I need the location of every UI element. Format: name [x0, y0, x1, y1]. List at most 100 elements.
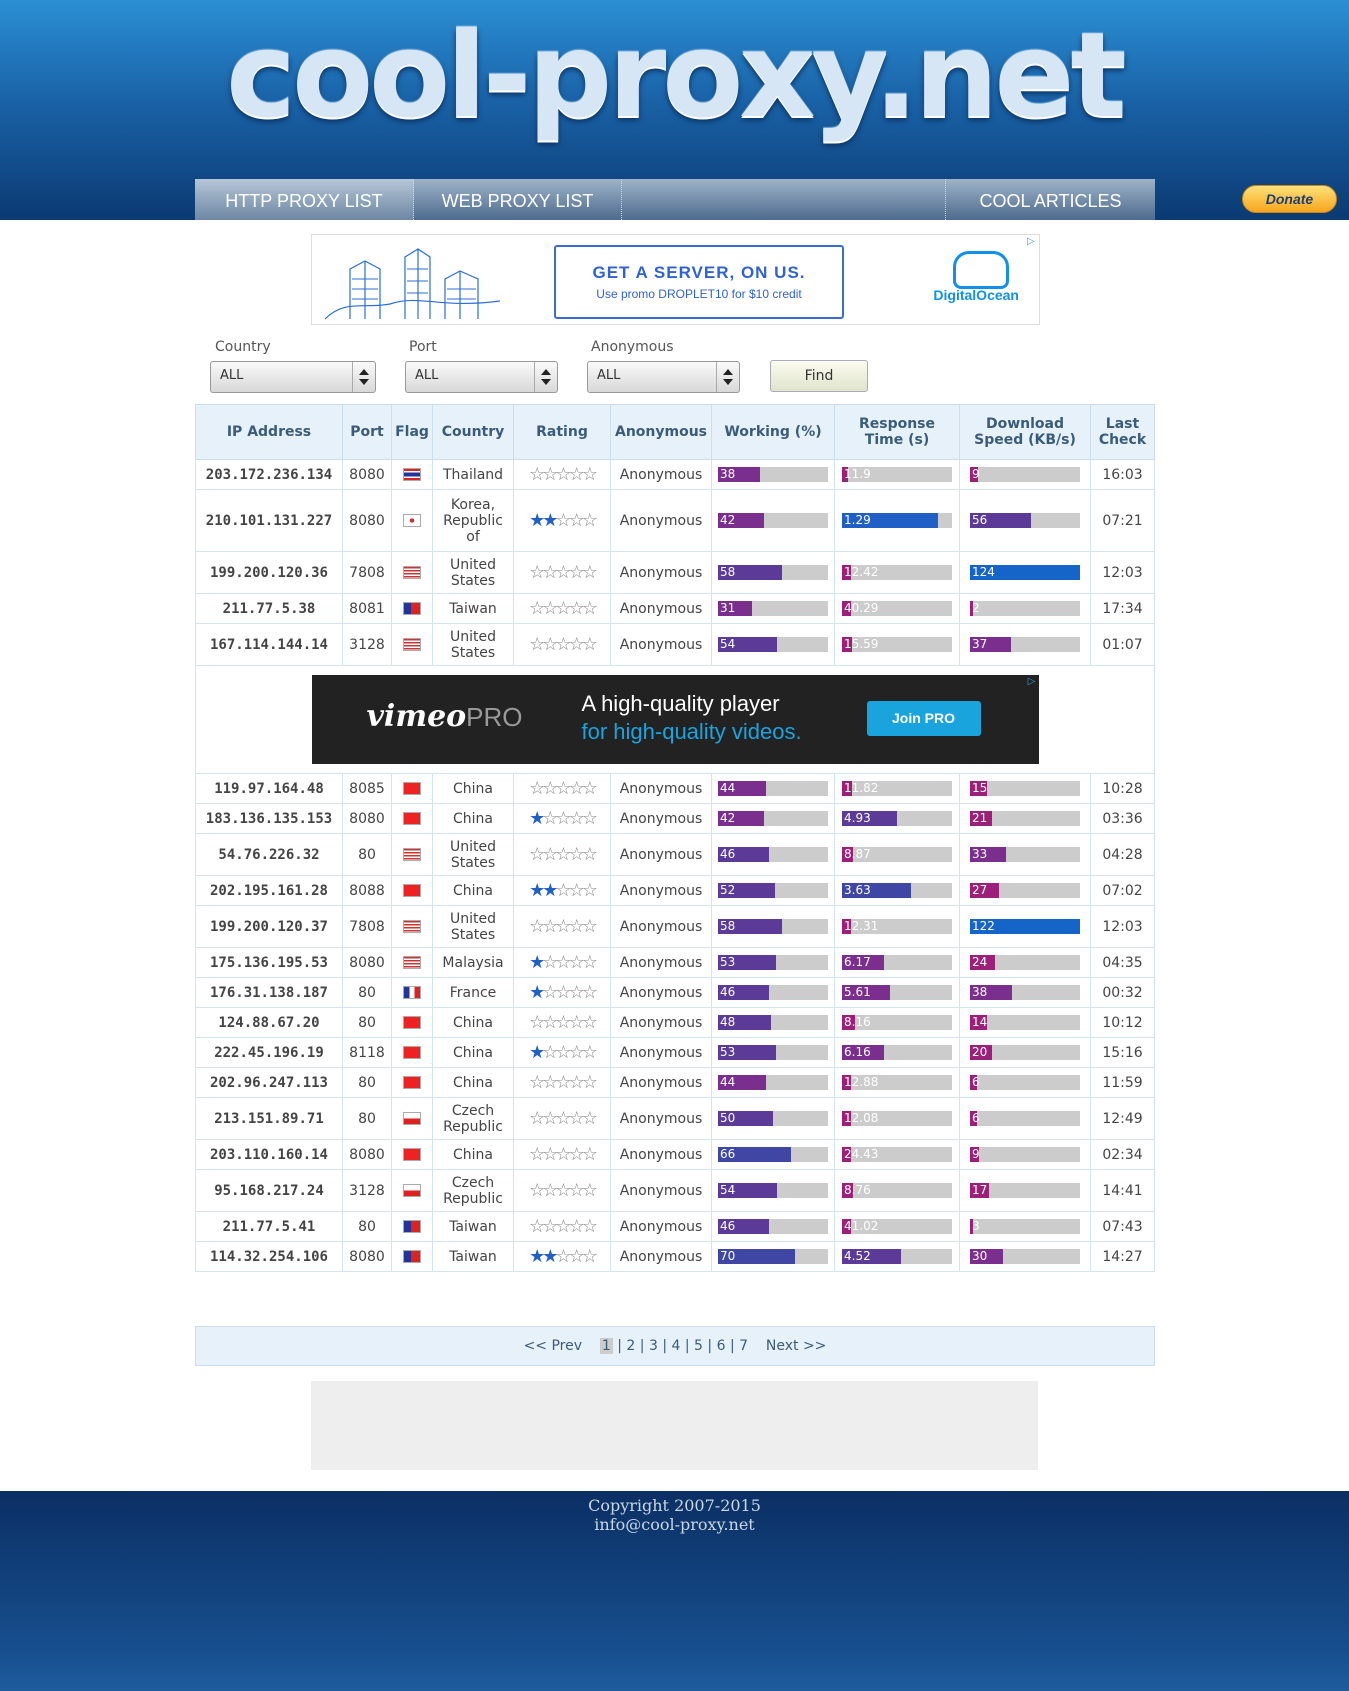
ip-address[interactable]: 211.77.5.38 [195, 593, 343, 624]
star-filled-icon: ★ [529, 1246, 545, 1267]
col-port[interactable]: Port [342, 404, 392, 460]
copyright: Copyright 2007-2015 [588, 1496, 761, 1515]
speed: 9 [959, 1139, 1091, 1170]
star-rating: ☆☆☆☆☆ [529, 1144, 598, 1165]
page-link-2[interactable]: 2 [626, 1338, 635, 1354]
contact-email[interactable]: info@cool-proxy.net [0, 1515, 1349, 1534]
working-bar-value: 46 [720, 985, 736, 999]
page-link-3[interactable]: 3 [649, 1338, 658, 1354]
response-bar: 40.29 [842, 601, 952, 616]
star-empty-icon: ☆ [581, 634, 598, 655]
ip-address[interactable]: 175.136.195.53 [195, 947, 343, 978]
working-bar-value: 44 [720, 1075, 736, 1089]
star-rating: ☆☆☆☆☆ [529, 1012, 598, 1033]
col-speed[interactable]: Download Speed (KB/s) [959, 404, 1091, 460]
page-link-5[interactable]: 5 [694, 1338, 703, 1354]
ip-address[interactable]: 210.101.131.227 [195, 489, 343, 552]
speed-bar: 6 [970, 1111, 1080, 1126]
ip-address[interactable]: 213.151.89.71 [195, 1097, 343, 1140]
next-link[interactable]: Next >> [766, 1338, 827, 1354]
last-check: 12:49 [1090, 1097, 1155, 1140]
proxy-table: IP Address Port Flag Country Rating Anon… [195, 404, 1155, 1272]
adchoices-icon[interactable]: ▷ [1027, 236, 1037, 247]
anonymous-select[interactable]: ALL [587, 361, 740, 393]
ip-address[interactable]: 222.45.196.19 [195, 1037, 343, 1068]
col-ip[interactable]: IP Address [195, 404, 343, 460]
ip-address[interactable]: 114.32.254.106 [195, 1241, 343, 1272]
flag [391, 1139, 433, 1170]
col-country[interactable]: Country [432, 404, 514, 460]
working-bar-value: 38 [720, 467, 736, 481]
star-empty-icon: ☆ [542, 1216, 558, 1237]
star-empty-icon: ☆ [529, 1144, 545, 1165]
table-row: 119.97.164.48 8085 China ☆☆☆☆☆ Anonymous 44 11… [195, 773, 1155, 804]
ip-address[interactable]: 203.172.236.134 [195, 459, 343, 490]
response-bar: 11.82 [842, 781, 952, 796]
col-anonymous[interactable]: Anonymous [610, 404, 712, 460]
star-empty-icon: ☆ [529, 1012, 545, 1033]
vimeo-wordmark: vimeo [366, 699, 467, 734]
rating: ☆☆☆☆☆ [513, 773, 611, 804]
nav-cool-articles[interactable]: COOL ARTICLES [946, 179, 1155, 220]
col-last-check[interactable]: Last Check [1090, 404, 1155, 460]
ip-address[interactable]: 202.96.247.113 [195, 1067, 343, 1098]
ip-address[interactable]: 124.88.67.20 [195, 1007, 343, 1038]
city-illustration-icon [324, 248, 501, 320]
star-rating: ☆☆☆☆☆ [529, 1108, 598, 1129]
port: 8080 [342, 947, 392, 978]
response-bar: 6.16 [842, 1045, 952, 1060]
vimeo-ad[interactable]: vimeoPRO A high-quality player for high-qu… [311, 675, 1039, 764]
do-promo-box[interactable]: GET A SERVER, ON US. Use promo DROPLET10… [554, 245, 844, 319]
ad-row: vimeoPRO A high-quality player for high-qu… [195, 665, 1155, 774]
prev-link[interactable]: << Prev [524, 1338, 582, 1354]
working: 58 [711, 905, 835, 948]
response-bar-value: 12.42 [844, 565, 879, 579]
page-link-4[interactable]: 4 [672, 1338, 681, 1354]
donate-button[interactable]: Donate [1242, 185, 1337, 213]
digitalocean-ad[interactable]: GET A SERVER, ON US. Use promo DROPLET10… [311, 234, 1040, 325]
speed: 2 [959, 593, 1091, 624]
star-rating: ☆☆☆☆☆ [529, 1216, 598, 1237]
working-bar-value: 48 [720, 1015, 736, 1029]
star-empty-icon: ☆ [568, 634, 585, 655]
speed-bar: 17 [970, 1183, 1080, 1198]
response-bar-value: 8.87 [844, 847, 871, 861]
find-button[interactable]: Find [770, 360, 868, 392]
ip-address[interactable]: 199.200.120.37 [195, 905, 343, 948]
ip-address[interactable]: 202.195.161.28 [195, 875, 343, 906]
ip-address[interactable]: 176.31.138.187 [195, 977, 343, 1008]
ip-address[interactable]: 183.136.135.153 [195, 803, 343, 834]
flag [391, 1241, 433, 1272]
page-link-6[interactable]: 6 [717, 1338, 726, 1354]
col-response[interactable]: Response Time (s) [834, 404, 960, 460]
digitalocean-logo-icon [953, 251, 1009, 289]
site-logo[interactable]: cool-proxy.net [0, 6, 1349, 144]
speed: 14 [959, 1007, 1091, 1038]
port-select[interactable]: ALL [405, 361, 558, 393]
star-empty-icon: ☆ [529, 1108, 545, 1129]
working-bar-value: 46 [720, 847, 736, 861]
col-rating[interactable]: Rating [513, 404, 611, 460]
ip-address[interactable]: 119.97.164.48 [195, 773, 343, 804]
page-link-7[interactable]: 7 [739, 1338, 748, 1354]
country-select[interactable]: ALL [210, 361, 376, 393]
adchoices-icon[interactable]: ▷ [1027, 676, 1037, 687]
ip-address[interactable]: 167.114.144.14 [195, 623, 343, 666]
ip-address[interactable]: 199.200.120.36 [195, 551, 343, 594]
ip-address[interactable]: 211.77.5.41 [195, 1211, 343, 1242]
ip-address[interactable]: 203.110.160.14 [195, 1139, 343, 1170]
country-select-value: ALL [220, 368, 244, 383]
country: China [432, 1007, 514, 1038]
star-filled-icon: ★ [542, 880, 558, 901]
col-working[interactable]: Working (%) [711, 404, 835, 460]
speed: 124 [959, 551, 1091, 594]
anonymity: Anonymous [610, 773, 712, 804]
nav-http-proxy-list[interactable]: HTTP PROXY LIST [195, 179, 414, 220]
ip-address[interactable]: 54.76.226.32 [195, 833, 343, 876]
ip-address[interactable]: 95.168.217.24 [195, 1169, 343, 1212]
flag [391, 593, 433, 624]
nav-web-proxy-list[interactable]: WEB PROXY LIST [414, 179, 622, 220]
working-bar: 53 [718, 1045, 828, 1060]
join-pro-button[interactable]: Join PRO [866, 701, 981, 736]
star-empty-icon: ☆ [555, 952, 571, 973]
